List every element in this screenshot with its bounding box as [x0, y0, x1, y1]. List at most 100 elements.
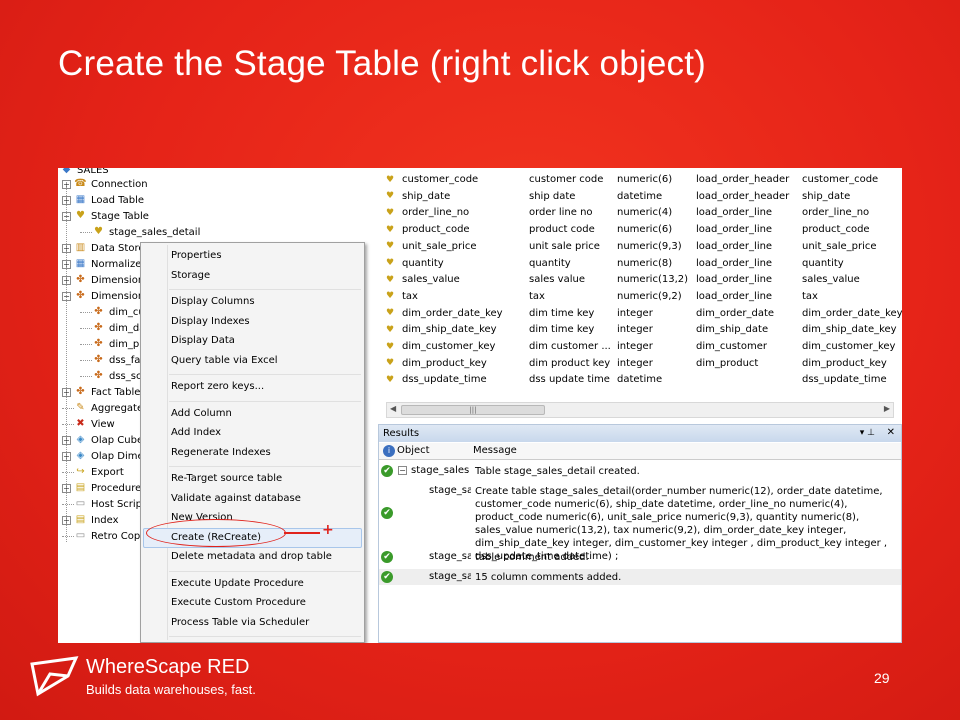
- tree-item[interactable]: ✤ dss_sc: [80, 368, 141, 384]
- tree-item-label: Host Script: [91, 498, 146, 510]
- grid-cell: order_line_no: [802, 207, 870, 219]
- close-icon[interactable]: ✕: [887, 427, 895, 438]
- column-key-icon: ♥: [386, 258, 395, 268]
- tree-item[interactable]: + ☎ Connection: [62, 176, 148, 192]
- tree-item[interactable]: + ▤ Procedure: [62, 480, 141, 496]
- tree-item-label: Data Store: [91, 242, 145, 254]
- grid-row[interactable]: ♥ tax tax numeric(9,2) load_order_line tax: [384, 288, 902, 305]
- tree-item[interactable]: + ◈ Olap Dimer: [62, 448, 148, 464]
- menu-item-display-columns[interactable]: Display Columns: [171, 293, 255, 311]
- grid-cell: dim_product_key: [402, 357, 487, 369]
- horizontal-scrollbar[interactable]: ◀ ||| ▶: [386, 402, 894, 418]
- grid-row[interactable]: ♥ dim_ship_date_key dim time key integer dim…: [384, 321, 902, 338]
- tree-item[interactable]: ✖ View: [62, 416, 115, 432]
- tree-item[interactable]: + ◈ Olap Cube: [62, 432, 143, 448]
- grid-row[interactable]: ♥ product_code product code numeric(6) load_…: [384, 221, 902, 238]
- grid-cell: numeric(9,2): [617, 290, 682, 302]
- grid-row[interactable]: ♥ ship_date ship date datetime load_order_he…: [384, 188, 902, 205]
- grid-row[interactable]: ♥ quantity quantity numeric(8) load_order_li…: [384, 255, 902, 272]
- grid-cell: datetime: [617, 374, 663, 386]
- tree-item[interactable]: + ▥ Data Store: [62, 240, 145, 256]
- results-panel: Results ▾ ⊥ ✕ i Object Message ✔ − stage_s…: [378, 424, 902, 643]
- grid-cell: ship_date: [802, 190, 851, 202]
- tree-connector: [80, 305, 92, 313]
- grid-row[interactable]: ♥ order_line_no order line no numeric(4) loa…: [384, 204, 902, 221]
- tree-connector: [80, 337, 92, 345]
- tree-item[interactable]: ✤ dim_da: [80, 320, 145, 336]
- menu-item-storage[interactable]: Storage: [171, 267, 210, 285]
- menu-item-add-index[interactable]: Add Index: [171, 424, 221, 442]
- grid-cell: product_code: [802, 224, 870, 236]
- tree-item[interactable]: − ✤ Dimension: [62, 288, 144, 304]
- result-object: stage_sal: [429, 551, 471, 562]
- tree-item[interactable]: ✤ dim_cu: [80, 304, 145, 320]
- grid-cell: dss_update_time: [802, 374, 887, 386]
- tree-item[interactable]: + ▤ Index: [62, 512, 119, 528]
- menu-item-process-table-via-scheduler[interactable]: Process Table via Scheduler: [171, 614, 309, 632]
- grid-row[interactable]: ♥ dim_order_date_key dim time key integer di…: [384, 305, 902, 322]
- grid-row[interactable]: ♥ dim_product_key dim product key integer di…: [384, 355, 902, 372]
- column-key-icon: ♥: [386, 274, 395, 285]
- scroll-thumb[interactable]: |||: [401, 405, 545, 415]
- grid-cell: dim_product_key: [802, 357, 887, 369]
- results-row[interactable]: ✔−stage_sales_d Table stage_sales_detail …: [379, 463, 901, 479]
- grid-cell: dim time key: [529, 324, 595, 336]
- menu-item-re-target-source-table[interactable]: Re-Target source table: [171, 470, 282, 488]
- grid-cell: load_order_line: [696, 290, 773, 302]
- grid-cell: dim_customer_key: [402, 341, 496, 352]
- menu-item-query-table-via-excel[interactable]: Query table via Excel: [171, 352, 278, 370]
- tree-item[interactable]: ✎ Aggregate: [62, 400, 143, 416]
- tree-item[interactable]: ✤ dim_pr: [80, 336, 143, 352]
- menu-item-execute-custom-procedure[interactable]: Execute Custom Procedure: [171, 594, 306, 612]
- grid-row[interactable]: ♥ dim_customer_key dim customer ... integer…: [384, 338, 902, 355]
- object-column-header[interactable]: Object: [397, 445, 430, 456]
- tree-item-label: Index: [91, 514, 119, 526]
- column-key-icon: ♥: [386, 358, 395, 369]
- tree-item[interactable]: + ✤ Dimension: [62, 272, 144, 288]
- tree-item[interactable]: ↪ Export: [62, 464, 124, 480]
- grid-row[interactable]: ♥ sales_value sales value numeric(13,2) load…: [384, 271, 902, 288]
- collapse-icon[interactable]: −: [398, 466, 407, 475]
- menu-item-display-data[interactable]: Display Data: [171, 332, 235, 350]
- menu-item-execute-update-procedure[interactable]: Execute Update Procedure: [171, 575, 304, 593]
- tree-connector: [62, 401, 74, 409]
- tree-item[interactable]: ▭ Retro Copy: [62, 528, 146, 544]
- scroll-right-icon[interactable]: ▶: [884, 404, 890, 413]
- slide-title: Create the Stage Table (right click obje…: [58, 44, 706, 83]
- message-column-header[interactable]: Message: [473, 445, 517, 456]
- menu-item-delete-metadata-and-drop-table[interactable]: Delete metadata and drop table: [171, 548, 332, 566]
- grid-row[interactable]: ♥ unit_sale_price unit sale price numeric(9…: [384, 238, 902, 255]
- tree-item[interactable]: ✤ dss_fa: [80, 352, 140, 368]
- grid-cell: sales_value: [802, 274, 860, 286]
- success-check-icon: ✔: [381, 507, 393, 519]
- tree-item-label: Dimension: [91, 274, 145, 286]
- menu-item-report-zero-keys[interactable]: Report zero keys...: [171, 378, 264, 396]
- menu-item-properties[interactable]: Properties: [171, 247, 222, 265]
- results-row[interactable]: ✔ stage_sal 15 column comments added.: [379, 569, 901, 585]
- results-row[interactable]: ✔stage_salCreate table stage_sales_detai…: [379, 483, 901, 562]
- menu-item-add-column[interactable]: Add Column: [171, 405, 232, 423]
- tree-item[interactable]: ♥ stage_sales_detail: [80, 224, 200, 240]
- menu-item-regenerate-indexes[interactable]: Regenerate Indexes: [171, 444, 271, 462]
- tree-item[interactable]: ▭ Host Script: [62, 496, 146, 512]
- menu-item-object-documentation[interactable]: Object Documentation: [171, 640, 284, 643]
- scroll-left-icon[interactable]: ◀: [390, 404, 396, 413]
- tree-item[interactable]: + ▦ Load Table: [62, 192, 144, 208]
- dropdown-icon[interactable]: ▾ ⊥: [860, 428, 875, 438]
- grid-row[interactable]: ♥ dss_update_time dss update time datetime d…: [384, 371, 902, 388]
- grid-cell: ship_date: [402, 190, 451, 202]
- column-key-icon: ♥: [386, 308, 395, 319]
- menu-item-validate-against-database[interactable]: Validate against database: [171, 490, 301, 508]
- tree-item[interactable]: + ✤ Fact Table: [62, 384, 140, 400]
- tree-item[interactable]: + ▦ Normalized: [62, 256, 148, 272]
- grid-cell: dim_customer: [696, 341, 767, 352]
- tree-item[interactable]: − ♥ Stage Table: [62, 208, 149, 224]
- menu-item-display-indexes[interactable]: Display Indexes: [171, 313, 250, 331]
- grid-cell: dim_ship_date_key: [402, 324, 497, 336]
- grid-row[interactable]: ♥ customer_code customer code numeric(6) loa…: [384, 171, 902, 188]
- grid-cell: tax: [402, 290, 418, 302]
- grid-cell: dim product key: [529, 357, 611, 369]
- highlight-ellipse: [146, 519, 286, 547]
- tree-item-label: Retro Copy: [91, 530, 147, 542]
- results-row[interactable]: ✔ stage_sal table comment added.: [379, 549, 901, 565]
